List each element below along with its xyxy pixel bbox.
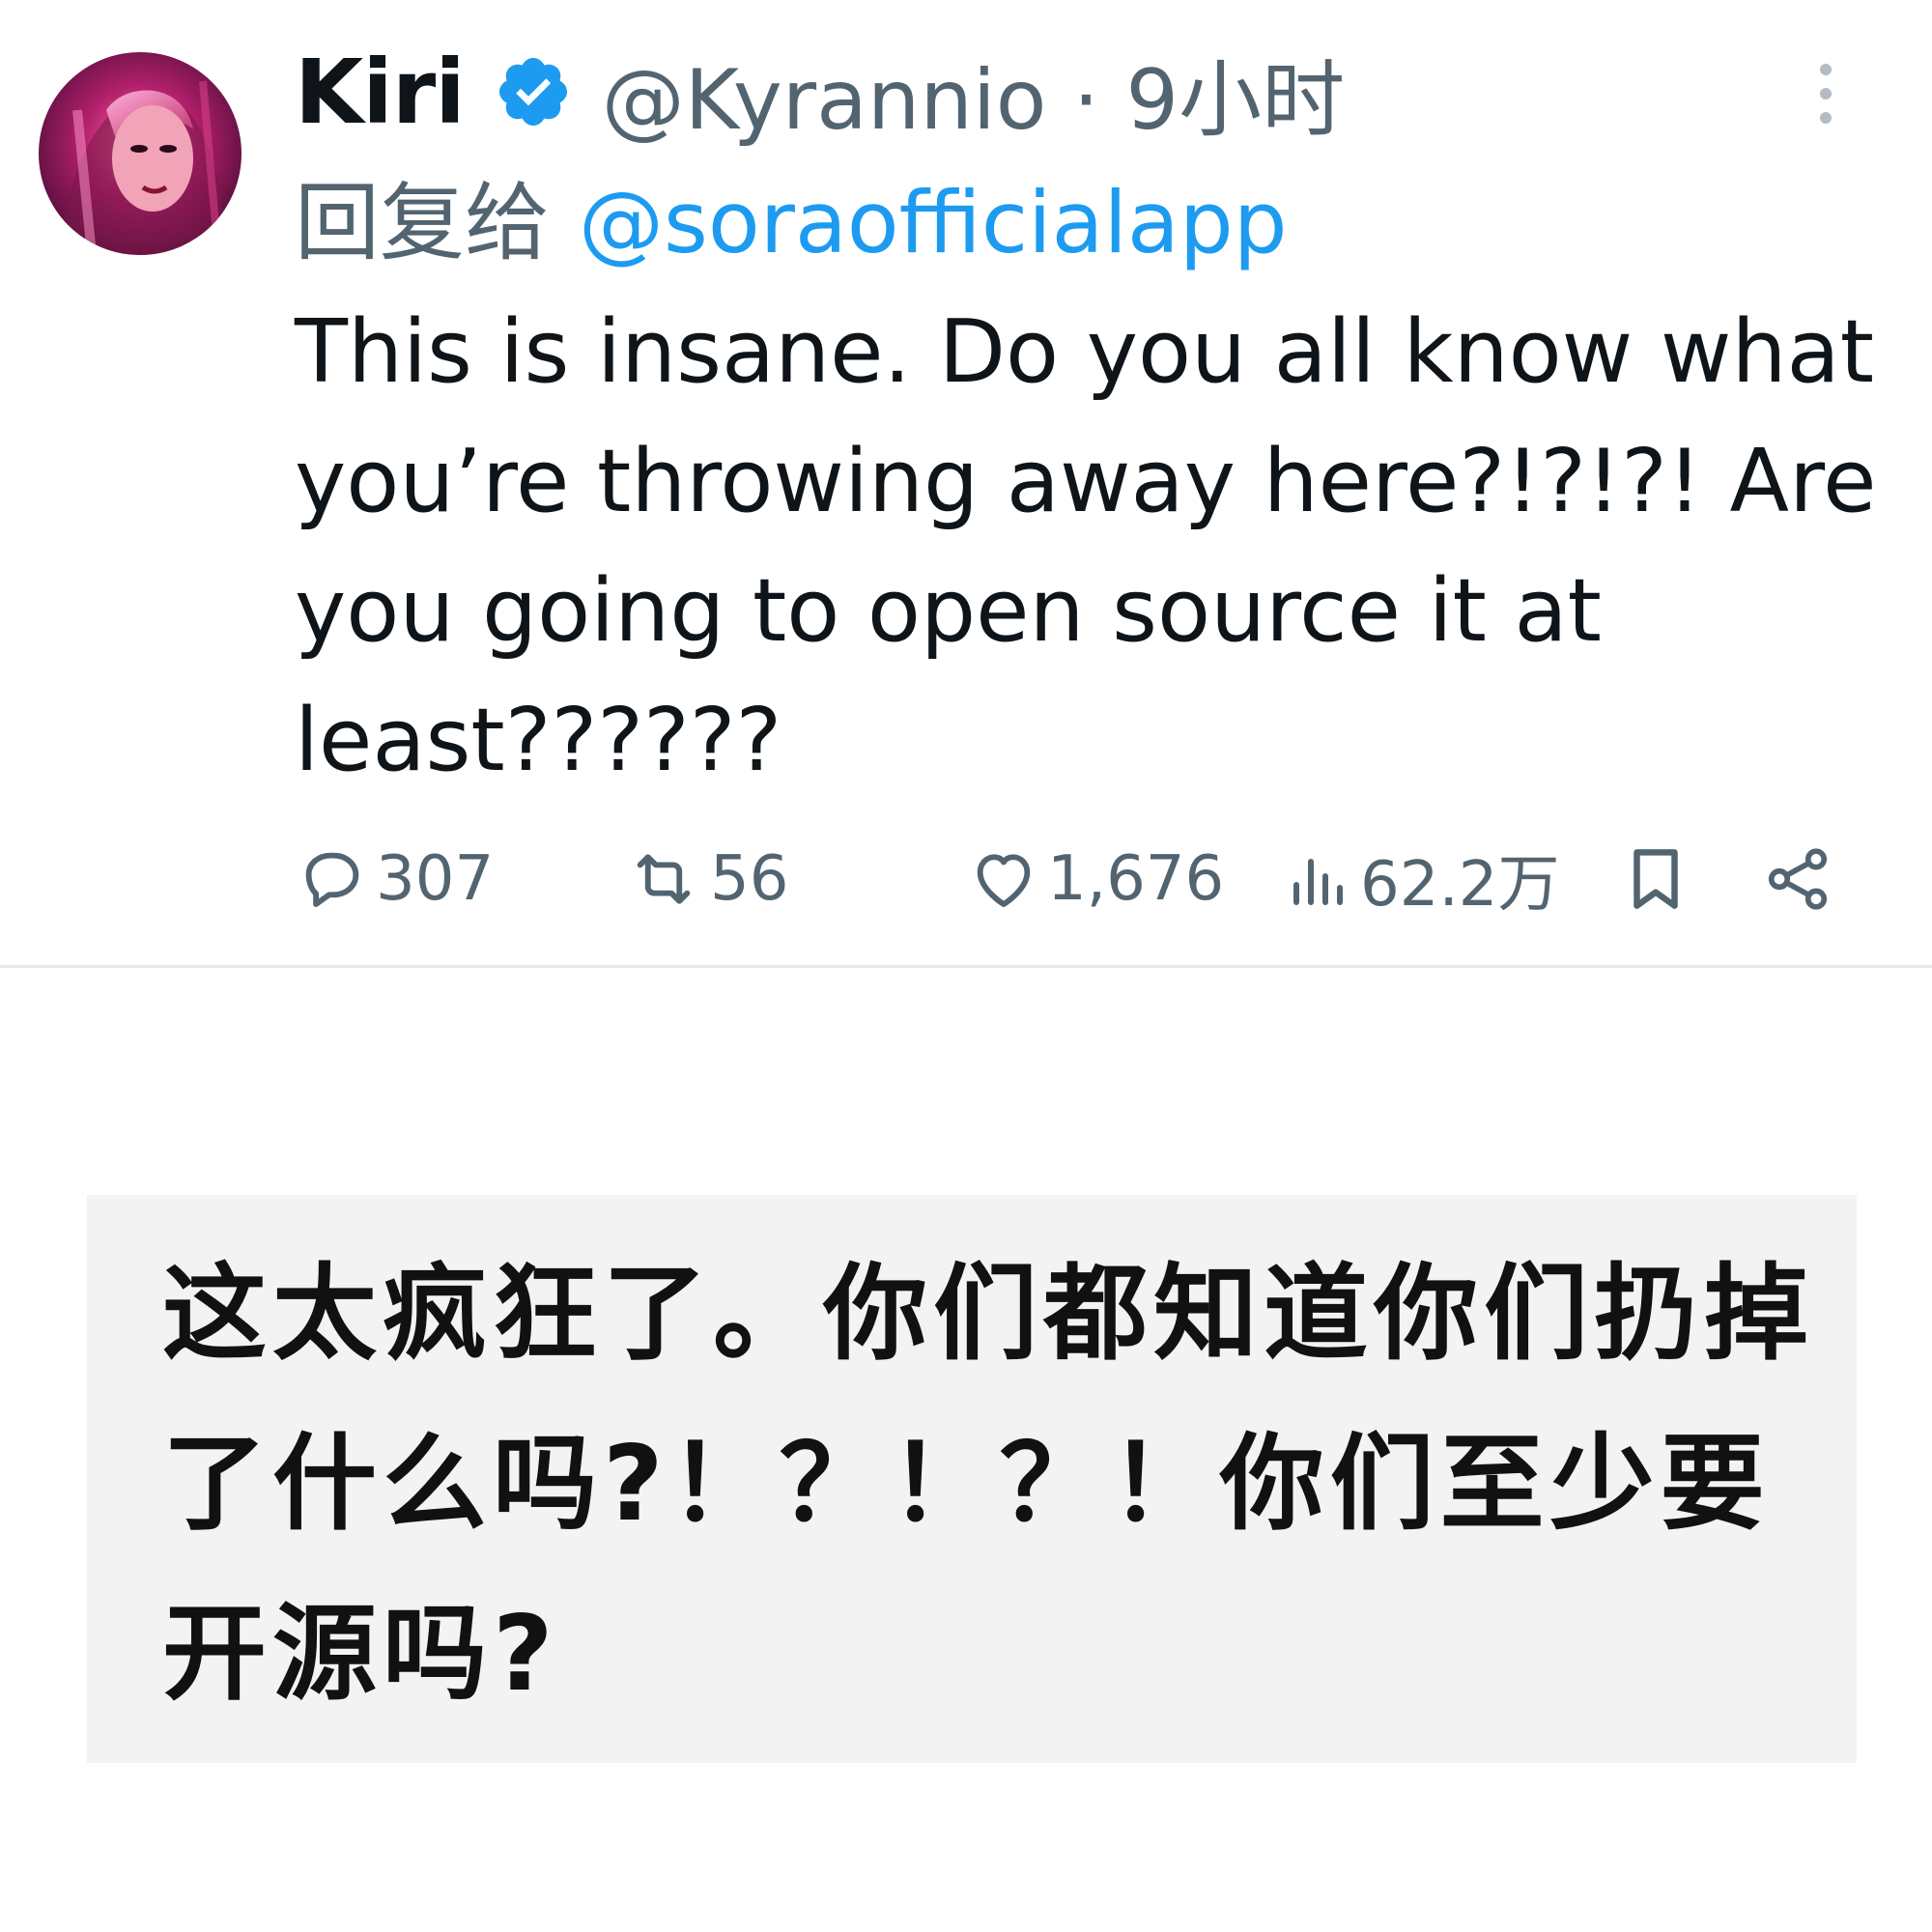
like-button[interactable]: 1,676 bbox=[966, 831, 1224, 927]
repost-arrows-icon bbox=[637, 854, 691, 904]
tweet-text: This is insane. Do you all know what you… bbox=[295, 301, 1877, 791]
heart-icon bbox=[977, 854, 1031, 907]
repost-button[interactable]: 56 bbox=[623, 831, 788, 927]
reply-count: 307 bbox=[376, 843, 495, 915]
like-count: 1,676 bbox=[1047, 843, 1225, 915]
reply-button[interactable]: 307 bbox=[295, 831, 494, 927]
repost-count: 56 bbox=[710, 843, 789, 915]
avatar[interactable] bbox=[39, 52, 242, 255]
share-icon bbox=[1768, 848, 1828, 910]
separator: · bbox=[1072, 51, 1100, 149]
tweet-header: Kiri @Kyrannio · 9小时 bbox=[295, 39, 1345, 149]
views-count: 62.2万 bbox=[1360, 849, 1560, 921]
bookmark-icon bbox=[1634, 849, 1678, 909]
timestamp[interactable]: 9小时 bbox=[1125, 52, 1345, 149]
translation-text: 这太疯狂了。你们都知道你们扔掉了什么吗?！？！？！你们至少要开源吗? bbox=[162, 1254, 1815, 1715]
share-button[interactable] bbox=[1761, 831, 1834, 927]
handle[interactable]: @Kyrannio bbox=[602, 52, 1047, 149]
reply-prefix: 回复给 bbox=[295, 173, 551, 272]
reply-mention[interactable]: @soraofficialapp bbox=[579, 173, 1288, 272]
verified-badge-icon bbox=[494, 52, 573, 131]
more-vertical-icon[interactable] bbox=[1806, 60, 1845, 128]
display-name[interactable]: Kiri bbox=[295, 41, 466, 144]
action-bar: 307 56 1,676 62.2万 bbox=[295, 831, 1840, 927]
tweet-card[interactable]: Kiri @Kyrannio · 9小时 回复给 @soraofficialapp… bbox=[0, 0, 1932, 968]
bar-chart-icon bbox=[1293, 859, 1343, 905]
bookmark-button[interactable] bbox=[1618, 831, 1693, 927]
translation-box: 这太疯狂了。你们都知道你们扔掉了什么吗?！？！？！你们至少要开源吗? bbox=[87, 1195, 1857, 1763]
views-button[interactable]: 62.2万 bbox=[1285, 831, 1560, 927]
handle-time: @Kyrannio · 9小时 bbox=[602, 32, 1345, 153]
reply-bubble-icon bbox=[305, 852, 359, 907]
reply-context: 回复给 @soraofficialapp bbox=[295, 155, 1288, 277]
avatar-image bbox=[39, 52, 242, 255]
